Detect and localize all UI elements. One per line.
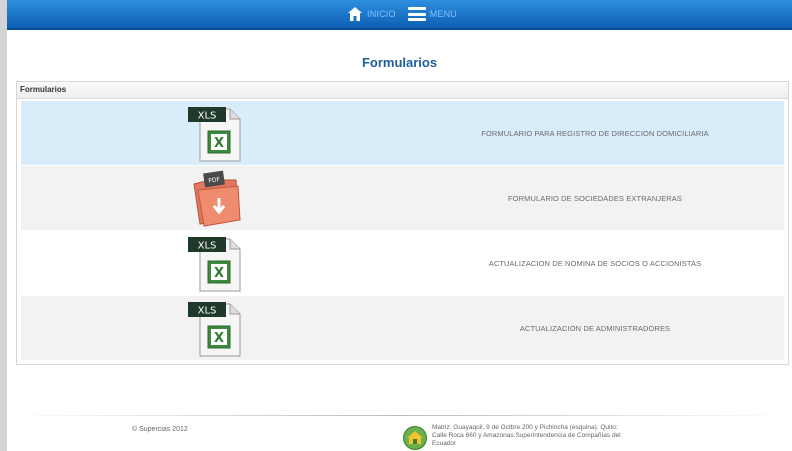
form-row[interactable]: PDF FORMULARIO DE SOCIEDADES EXTRANJERAS xyxy=(21,166,784,231)
form-label[interactable]: ACTUALIZACION DE ADMINISTRADORES xyxy=(406,324,784,333)
footer-divider xyxy=(7,415,792,416)
footer-copyright: © Supercias 2012 xyxy=(132,426,188,433)
form-row[interactable]: XLS X ACTUALIZACION DE ADMINISTRADORES xyxy=(21,296,784,361)
page-title: Formularios xyxy=(361,55,438,70)
nav-home-link[interactable]: INICIO xyxy=(347,6,396,22)
svg-text:X: X xyxy=(213,136,223,151)
footer-address: Matriz: Guayaquil, 9 de Octbre 200 y Pic… xyxy=(432,424,672,448)
address-line: Calle Roca 660 y Amazonas.Superintendenc… xyxy=(432,432,621,439)
form-icon-cell: PDF xyxy=(21,166,406,230)
form-label[interactable]: FORMULARIO DE SOCIEDADES EXTRANJERAS xyxy=(406,194,784,203)
svg-text:XLS: XLS xyxy=(197,111,216,122)
form-icon-cell: XLS X xyxy=(21,296,406,360)
institution-logo-icon xyxy=(403,426,427,450)
svg-text:X: X xyxy=(213,266,223,281)
home-icon xyxy=(348,7,362,21)
xls-file-icon[interactable]: XLS X xyxy=(186,233,242,293)
nav-menu-label: MENU xyxy=(429,9,458,19)
xls-file-icon[interactable]: XLS X xyxy=(186,298,242,358)
xls-file-icon[interactable]: XLS X xyxy=(186,103,242,163)
nav-home-label: INICIO xyxy=(367,9,396,19)
form-label[interactable]: FORMULARIO PARA REGISTRO DE DIRECCION DO… xyxy=(406,129,784,138)
pdf-folder-icon[interactable]: PDF xyxy=(186,168,242,228)
panel-header: Formularios xyxy=(17,82,788,99)
form-label[interactable]: ACTUALIZACION DE NOMINA DE SOCIOS O ACCI… xyxy=(406,259,784,268)
form-icon-cell: XLS X xyxy=(21,101,406,165)
hamburger-menu-icon xyxy=(407,7,426,21)
address-line: Matriz: Guayaquil, 9 de Octbre 200 y Pic… xyxy=(432,424,618,431)
window-left-edge xyxy=(0,0,7,451)
address-line: Ecuador xyxy=(432,440,457,447)
svg-text:X: X xyxy=(213,331,223,346)
forms-panel: Formularios XLS X FORMULARIO PARA REGIST… xyxy=(16,81,789,365)
svg-text:XLS: XLS xyxy=(197,306,216,317)
main-nav: INICIO MENU xyxy=(347,3,457,25)
top-navigation-bar: INICIO MENU xyxy=(7,0,792,30)
forms-list: XLS X FORMULARIO PARA REGISTRO DE DIRECC… xyxy=(21,101,784,361)
nav-menu-link[interactable]: MENU xyxy=(407,7,458,21)
svg-text:XLS: XLS xyxy=(197,241,216,252)
form-icon-cell: XLS X xyxy=(21,231,406,295)
form-row[interactable]: XLS X FORMULARIO PARA REGISTRO DE DIRECC… xyxy=(21,101,784,166)
form-row[interactable]: XLS X ACTUALIZACION DE NOMINA DE SOCIOS … xyxy=(21,231,784,296)
